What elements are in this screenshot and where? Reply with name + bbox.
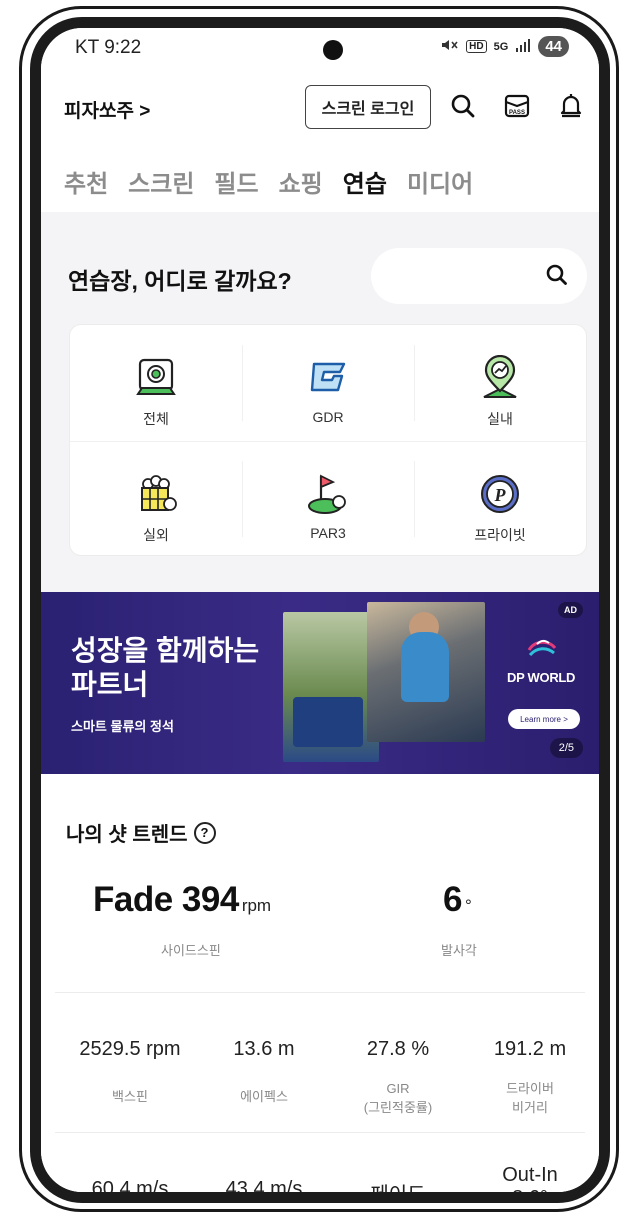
launch-angle-value: 6 bbox=[443, 880, 462, 919]
status-bar: KT 9:22 HD 5G 44 bbox=[41, 28, 599, 68]
ad-badge: AD bbox=[558, 602, 583, 618]
category-label: 실내 bbox=[487, 411, 513, 427]
backspin-value: 2529.5 rpm bbox=[79, 1038, 181, 1060]
user-profile-link[interactable]: 피자쏘주 > bbox=[64, 96, 150, 123]
backspin-label: 백스핀 bbox=[112, 1089, 148, 1104]
help-icon[interactable]: ? bbox=[193, 821, 216, 844]
target-icon bbox=[133, 355, 179, 401]
divider bbox=[55, 1132, 585, 1133]
battery-indicator: 44 bbox=[538, 36, 569, 57]
mute-icon bbox=[441, 38, 459, 55]
apex-label: 에이펙스 bbox=[240, 1089, 288, 1104]
tab-field[interactable]: 필드 bbox=[214, 164, 258, 199]
ad-subtext: 스마트 물류의 정석 bbox=[71, 719, 174, 734]
launch-angle-label: 발사각 bbox=[441, 943, 477, 958]
launch-angle-stat: 6 ° bbox=[443, 880, 472, 920]
carrier-time: KT 9:22 bbox=[75, 37, 142, 58]
tab-shopping[interactable]: 쇼핑 bbox=[279, 164, 323, 199]
dp-world-logo-icon bbox=[527, 638, 557, 660]
ball-speed-value: 60.4 m/s bbox=[91, 1178, 169, 1192]
status-icons: HD 5G 44 bbox=[441, 36, 569, 57]
ad-photo-cart bbox=[293, 697, 363, 747]
screen-login-button[interactable]: 스크린 로그인 bbox=[305, 85, 431, 129]
search-icon[interactable] bbox=[545, 263, 569, 292]
club-path-value: Out-In 8.6° bbox=[502, 1164, 558, 1192]
gir-label: GIR (그린적중률) bbox=[363, 1081, 433, 1115]
category-tabs: 추천 스크린 필드 쇼핑 연습 미디어 bbox=[64, 164, 473, 199]
ad-banner[interactable]: 성장을 함께하는 파트너 스마트 물류의 정석 AD DP WORLD Lear… bbox=[41, 592, 599, 774]
ad-photo-person bbox=[401, 632, 449, 702]
side-spin-stat: Fade 394 rpm bbox=[93, 880, 271, 920]
front-camera bbox=[323, 40, 343, 60]
gir-value: 27.8 % bbox=[366, 1038, 430, 1060]
pass-icon[interactable]: PASS bbox=[501, 90, 533, 122]
side-spin-value: Fade 394 bbox=[93, 880, 239, 919]
driver-distance-value: 191.2 m bbox=[493, 1038, 567, 1060]
club-speed-value: 43.4 m/s bbox=[225, 1178, 303, 1192]
signal-icon bbox=[515, 38, 531, 55]
phone-frame: KT 9:22 HD 5G 44 피자쏘주 > 스크린 로그인 PASS 추천 … bbox=[30, 17, 610, 1203]
driver-distance-label: 드라이버 비거리 bbox=[506, 1081, 554, 1115]
flag-green-icon bbox=[305, 471, 351, 517]
hd-icon: HD bbox=[466, 40, 487, 53]
network-label: 5G bbox=[493, 40, 509, 53]
category-indoor[interactable]: 실내 bbox=[414, 325, 586, 441]
tab-recommend[interactable]: 추천 bbox=[64, 164, 108, 199]
top-bar: 피자쏘주 > 스크린 로그인 PASS bbox=[41, 76, 599, 136]
category-label: PAR3 bbox=[310, 525, 346, 541]
tab-practice[interactable]: 연습 bbox=[343, 164, 387, 199]
category-outdoor[interactable]: 실외 bbox=[70, 441, 242, 557]
category-all[interactable]: 전체 bbox=[70, 325, 242, 441]
category-label: GDR bbox=[312, 409, 344, 425]
side-spin-unit: rpm bbox=[241, 896, 272, 915]
app-screen: KT 9:22 HD 5G 44 피자쏘주 > 스크린 로그인 PASS 추천 … bbox=[41, 28, 599, 1192]
category-label: 프라이빗 bbox=[474, 527, 526, 543]
practice-search-title: 연습장, 어디로 갈까요? bbox=[68, 268, 292, 294]
search-icon[interactable] bbox=[447, 90, 479, 122]
ad-brand: DP WORLD bbox=[507, 670, 576, 685]
shot-trend-heading: 나의 샷 트렌드 bbox=[66, 824, 188, 846]
indoor-map-pin-icon bbox=[477, 355, 523, 401]
launch-angle-unit: ° bbox=[464, 896, 472, 915]
tab-screen[interactable]: 스크린 bbox=[128, 164, 194, 199]
ad-headline: 성장을 함께하는 파트너 bbox=[71, 635, 260, 700]
practice-category-card: 전체 GDR 실내 실외 PAR3 P 프라이빗 bbox=[69, 324, 587, 556]
category-gdr[interactable]: GDR bbox=[242, 325, 414, 441]
category-label: 전체 bbox=[143, 411, 169, 427]
apex-value: 13.6 m bbox=[233, 1038, 295, 1060]
gdr-logo-icon bbox=[305, 355, 351, 401]
divider bbox=[55, 992, 585, 993]
shot-trend-title: 나의 샷 트렌드 ? bbox=[66, 818, 216, 847]
pass-text: PASS bbox=[509, 110, 525, 116]
practice-search-box[interactable] bbox=[371, 248, 587, 304]
bell-icon[interactable] bbox=[555, 90, 587, 122]
side-spin-label: 사이드스핀 bbox=[161, 943, 221, 958]
ball-basket-icon bbox=[133, 471, 179, 517]
shot-shape-value: 페이드 bbox=[333, 1178, 463, 1192]
private-badge-icon: P bbox=[477, 471, 523, 517]
category-private[interactable]: P 프라이빗 bbox=[414, 441, 586, 557]
category-par3[interactable]: PAR3 bbox=[242, 441, 414, 557]
svg-text:P: P bbox=[494, 485, 507, 505]
category-label: 실외 bbox=[143, 527, 169, 543]
ad-pager: 2/5 bbox=[549, 738, 583, 758]
practice-section: 연습장, 어디로 갈까요? 전체 GDR 실내 실외 PAR3 P 프라이빗 bbox=[41, 212, 599, 592]
tab-media[interactable]: 미디어 bbox=[407, 164, 473, 199]
ad-learn-more-button[interactable]: Learn more > bbox=[508, 709, 580, 729]
